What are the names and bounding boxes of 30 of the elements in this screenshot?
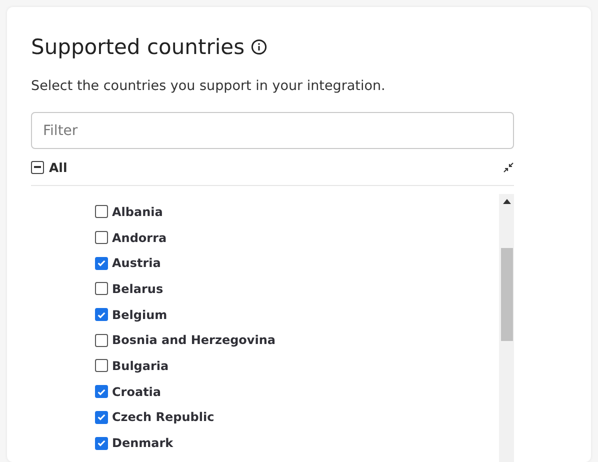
- country-label: Albania: [112, 204, 163, 219]
- country-label: Denmark: [112, 436, 174, 450]
- scroll-up-icon[interactable]: [502, 199, 510, 204]
- country-label: Andorra: [112, 230, 167, 245]
- country-label: Czech Republic: [112, 410, 214, 424]
- scrollbar[interactable]: [499, 194, 514, 462]
- section-title: Supported countries: [31, 35, 245, 59]
- country-label: Belgium: [112, 308, 168, 322]
- collapse-icon[interactable]: [503, 162, 514, 172]
- country-label: Austria: [112, 256, 161, 270]
- all-label: All: [49, 160, 68, 174]
- checkbox[interactable]: [95, 231, 108, 244]
- checkbox[interactable]: [95, 282, 108, 296]
- info-icon[interactable]: [250, 39, 267, 55]
- checkbox[interactable]: [95, 436, 108, 450]
- checkbox[interactable]: [95, 385, 108, 398]
- checkbox[interactable]: [95, 256, 108, 270]
- checkbox[interactable]: [95, 410, 108, 424]
- country-label: Bosnia and Herzegovina: [112, 333, 276, 348]
- all-checkbox[interactable]: [31, 160, 44, 174]
- checkbox[interactable]: [95, 334, 108, 347]
- scrollbar-thumb[interactable]: [500, 248, 512, 341]
- country-label: Croatia: [112, 384, 162, 399]
- checkbox[interactable]: [95, 308, 108, 322]
- checkbox[interactable]: [95, 205, 108, 218]
- filter-field[interactable]: Filter: [31, 112, 514, 149]
- country-label: Belarus: [112, 282, 164, 296]
- country-label: Bulgaria: [112, 358, 169, 373]
- description: Select the countries you support in your integration.: [31, 78, 386, 94]
- checkbox[interactable]: [95, 359, 108, 372]
